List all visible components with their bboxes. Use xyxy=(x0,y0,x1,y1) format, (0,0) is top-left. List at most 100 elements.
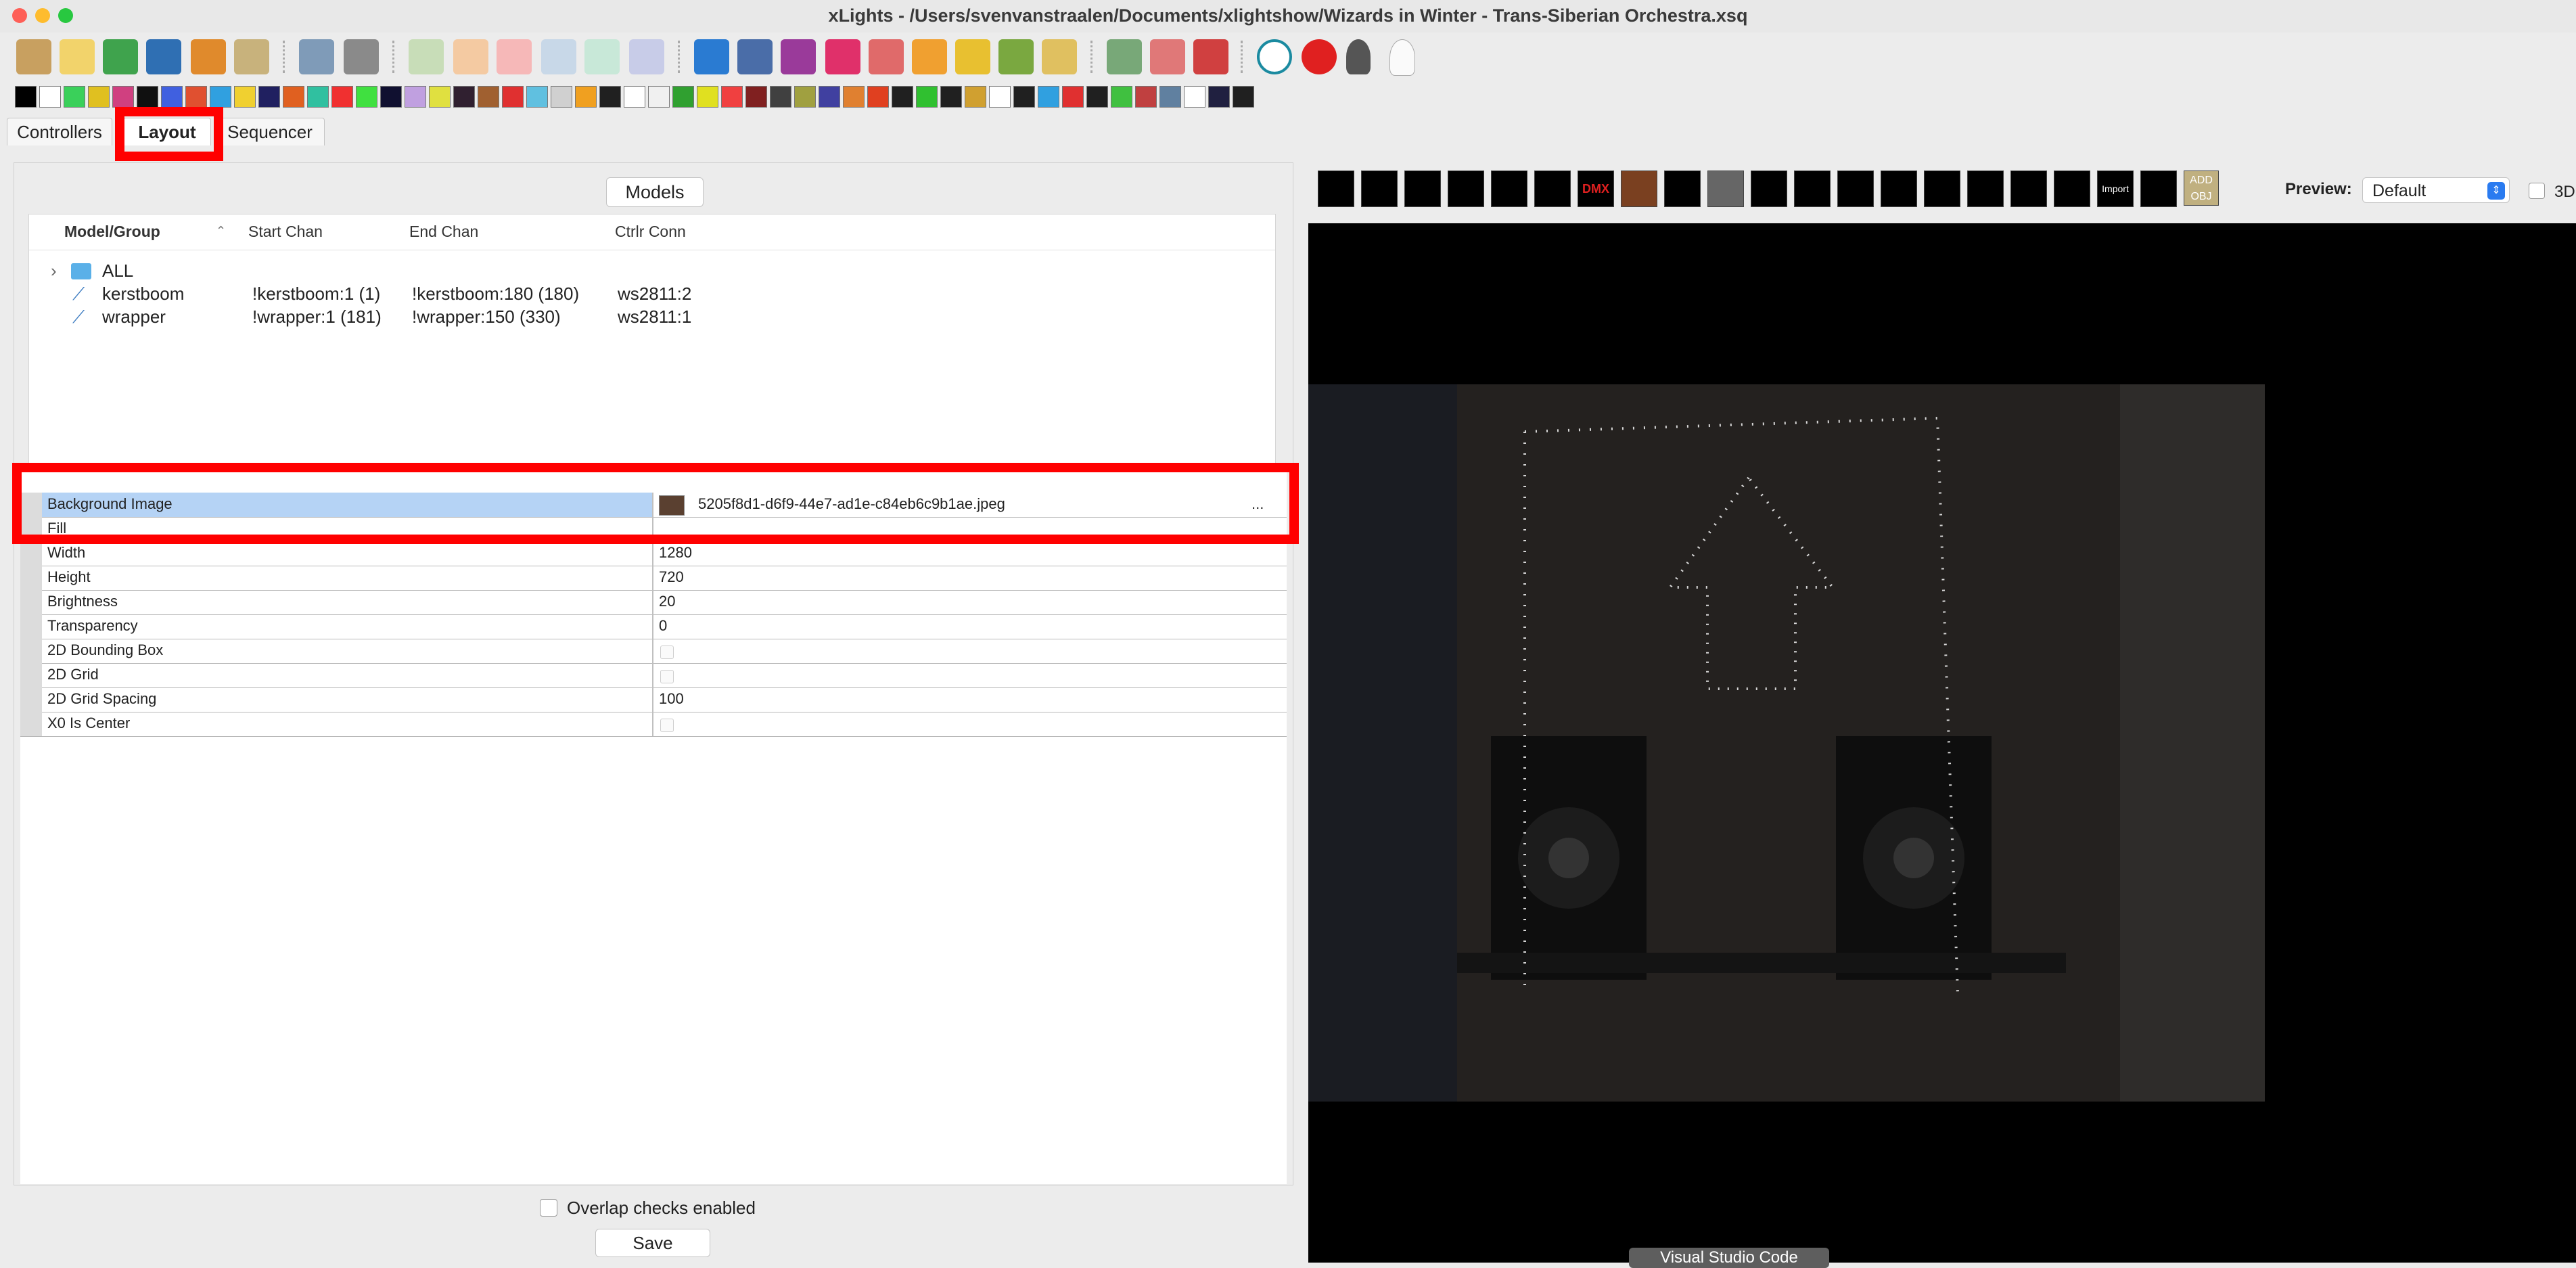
tab-controllers[interactable]: Controllers xyxy=(7,118,112,145)
arches-icon[interactable] xyxy=(1318,171,1354,207)
pause-icon[interactable] xyxy=(453,39,488,74)
effect-icon[interactable] xyxy=(502,86,524,108)
effect-icon[interactable] xyxy=(112,86,134,108)
prop-value[interactable]: 5205f8d1-d6f9-44e7-ad1e-c84eb6c9b1ae.jpe… xyxy=(698,495,1005,513)
prop-row-brightness[interactable]: Brightness 20 xyxy=(20,590,1287,615)
dmx-icon[interactable]: DMX xyxy=(1578,171,1614,207)
effect-icon[interactable] xyxy=(599,86,621,108)
new-folder-icon[interactable] xyxy=(16,39,51,74)
column-splitter[interactable] xyxy=(652,712,653,736)
prop-row-transparency[interactable]: Transparency 0 xyxy=(20,614,1287,639)
column-splitter[interactable] xyxy=(652,590,653,614)
effect-icon[interactable] xyxy=(137,86,158,108)
effect-icon[interactable] xyxy=(453,86,475,108)
models-button[interactable]: Models xyxy=(606,177,704,207)
new-file-icon[interactable] xyxy=(60,39,95,74)
effect-icon[interactable] xyxy=(356,86,377,108)
prop-checkbox[interactable] xyxy=(660,646,674,659)
house-icon[interactable] xyxy=(912,39,947,74)
effect-icon[interactable] xyxy=(794,86,816,108)
column-splitter[interactable] xyxy=(652,566,653,590)
effect-icon[interactable] xyxy=(1233,86,1254,108)
effects-icon[interactable] xyxy=(781,39,816,74)
effect-icon[interactable] xyxy=(1184,86,1205,108)
add-object-icon[interactable]: ADD OBJ xyxy=(2184,171,2219,206)
effect-icon[interactable] xyxy=(429,86,451,108)
effect-icon[interactable] xyxy=(916,86,938,108)
effect-icon[interactable] xyxy=(819,86,840,108)
sort-asc-icon[interactable]: ⌃ xyxy=(216,224,226,238)
tree-structure-icon[interactable] xyxy=(955,39,990,74)
effect-icon[interactable] xyxy=(721,86,743,108)
wreath-icon[interactable] xyxy=(2054,171,2090,207)
channel-block-icon[interactable] xyxy=(1404,171,1441,207)
effect-icon[interactable] xyxy=(161,86,183,108)
prop-row-fill[interactable]: Fill xyxy=(20,517,1287,542)
sphere-icon[interactable] xyxy=(1491,171,1527,207)
effect-icon[interactable] xyxy=(745,86,767,108)
3d-checkbox[interactable] xyxy=(2529,183,2545,199)
levels-icon[interactable] xyxy=(737,39,773,74)
effect-icon[interactable] xyxy=(1013,86,1035,108)
list-item[interactable]: ⟋ wrapper !wrapper:1 (181) !wrapper:150 … xyxy=(29,307,1275,330)
stop-output-icon[interactable] xyxy=(1302,39,1337,74)
prop-value[interactable]: 1280 xyxy=(659,544,692,562)
effect-icon[interactable] xyxy=(551,86,572,108)
effect-icon[interactable] xyxy=(405,86,426,108)
help-icon[interactable] xyxy=(1257,39,1292,74)
window-frame-icon[interactable] xyxy=(2010,171,2047,207)
effect-icon[interactable] xyxy=(1086,86,1108,108)
prop-row-2d-grid-spacing[interactable]: 2D Grid Spacing 100 xyxy=(20,687,1287,712)
stop-icon[interactable] xyxy=(497,39,532,74)
overlap-checkbox[interactable] xyxy=(540,1199,557,1217)
effect-icon[interactable] xyxy=(380,86,402,108)
replay-icon[interactable] xyxy=(629,39,664,74)
effect-icon[interactable] xyxy=(234,86,256,108)
column-model-group[interactable]: Model/Group xyxy=(64,223,160,241)
effect-icon[interactable] xyxy=(989,86,1011,108)
effect-icon[interactable] xyxy=(624,86,645,108)
effect-icon[interactable] xyxy=(307,86,329,108)
prop-row-2d-bounding-box[interactable]: 2D Bounding Box xyxy=(20,639,1287,664)
column-splitter[interactable] xyxy=(652,614,653,639)
prop-value[interactable]: 0 xyxy=(659,617,667,635)
column-splitter[interactable] xyxy=(652,663,653,687)
reindeer-icon[interactable] xyxy=(1621,171,1657,207)
column-start-chan[interactable]: Start Chan xyxy=(248,223,323,241)
list-item[interactable]: ⟋ kerstboom !kerstboom:1 (1) !kerstboom:… xyxy=(29,284,1275,307)
wand-icon[interactable] xyxy=(1042,39,1077,74)
lights-off-icon[interactable] xyxy=(1346,39,1371,74)
effect-icon[interactable] xyxy=(940,86,962,108)
save-icon[interactable] xyxy=(146,39,181,74)
effect-off-icon[interactable] xyxy=(15,86,37,108)
effect-icon[interactable] xyxy=(1111,86,1132,108)
prop-checkbox[interactable] xyxy=(660,719,674,732)
column-splitter[interactable] xyxy=(652,687,653,712)
candy-cane-icon[interactable] xyxy=(1361,171,1398,207)
prop-row-width[interactable]: Width 1280 xyxy=(20,541,1287,566)
rewind-icon[interactable] xyxy=(541,39,576,74)
open-folder-icon[interactable] xyxy=(103,39,138,74)
tab-layout[interactable]: Layout xyxy=(123,118,211,145)
effect-icon[interactable] xyxy=(331,86,353,108)
prop-value[interactable]: 720 xyxy=(659,568,684,586)
download-icon[interactable] xyxy=(2140,171,2177,207)
column-end-chan[interactable]: End Chan xyxy=(409,223,478,241)
save-as-icon[interactable] xyxy=(191,39,226,74)
effect-icon[interactable] xyxy=(1038,86,1059,108)
matrix-icon[interactable] xyxy=(1707,171,1744,207)
effect-icon[interactable] xyxy=(867,86,889,108)
prop-row-2d-grid[interactable]: 2D Grid xyxy=(20,663,1287,688)
palette-icon[interactable] xyxy=(234,39,269,74)
gear-icon[interactable] xyxy=(998,39,1034,74)
effect-icon[interactable] xyxy=(283,86,304,108)
effect-icon[interactable] xyxy=(672,86,694,108)
column-splitter[interactable] xyxy=(652,541,653,566)
play-icon[interactable] xyxy=(409,39,444,74)
effect-icon[interactable] xyxy=(843,86,865,108)
effect-icon[interactable] xyxy=(1135,86,1157,108)
spinner-icon[interactable] xyxy=(1881,171,1917,207)
effect-icon[interactable] xyxy=(478,86,499,108)
effect-icon[interactable] xyxy=(697,86,718,108)
effect-icon[interactable] xyxy=(1062,86,1084,108)
